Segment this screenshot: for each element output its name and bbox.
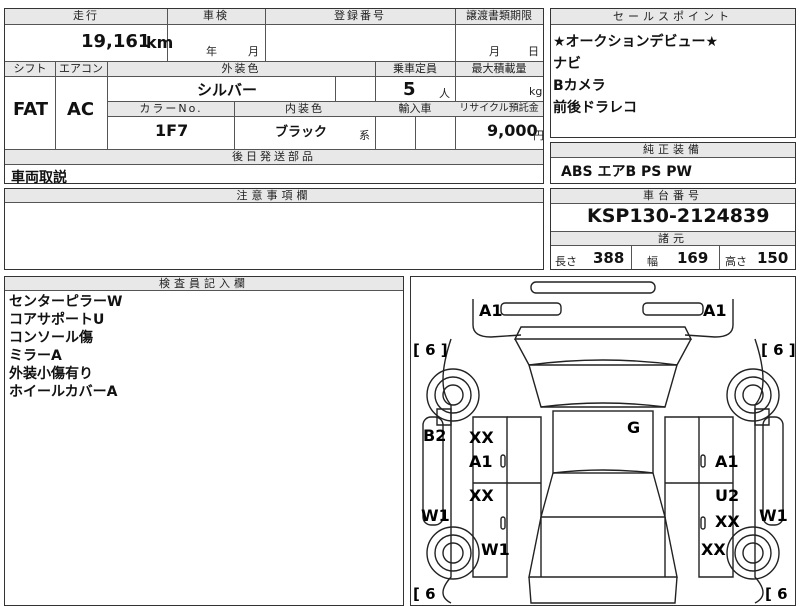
dimensions-header: 諸元 xyxy=(551,232,795,246)
color-no-header: カラーNo. xyxy=(108,102,234,117)
interior-color-value: ブラック xyxy=(275,125,328,140)
vehicle-info-block: 走行 車検 登録番号 譲渡書類期限 19,161 km 年 月 月 日 シフト … xyxy=(4,8,544,186)
sales-points-box: セールスポイント ★オークションデビュー★ ナビ Bカメラ 前後ドラレコ xyxy=(550,8,796,138)
notes-box: 注意事項欄 xyxy=(4,188,544,270)
tire-left-bottom-label: [ 6 xyxy=(413,585,436,603)
chassis-number: KSP130-2124839 xyxy=(587,205,770,227)
mark-front-door-l-1: XX xyxy=(469,428,494,447)
mark-left-sill: W1 xyxy=(421,506,450,525)
list-item: 外装小傷有り xyxy=(9,366,93,382)
list-item: ★オークションデビュー★ xyxy=(553,34,719,50)
list-item: コアサポートU xyxy=(9,312,105,328)
capacity-value: 5 xyxy=(403,79,416,100)
capacity-header: 乗車定員 xyxy=(375,62,455,77)
length-value: 388 xyxy=(593,249,625,267)
transfer-deadline-header: 譲渡書類期限 xyxy=(455,9,543,25)
list-item: Bカメラ xyxy=(553,78,606,94)
sales-points-list: ★オークションデビュー★ ナビ Bカメラ 前後ドラレコ xyxy=(553,31,718,119)
inspector-notes-list: センターピラーW コアサポートU コンソール傷 ミラーA 外装小傷有り ホイール… xyxy=(9,293,122,401)
length-label: 長さ xyxy=(555,255,577,268)
capacity-unit: 人 xyxy=(439,87,450,100)
notes-header: 注意事項欄 xyxy=(5,189,543,203)
list-item: コンソール傷 xyxy=(9,330,93,346)
tire-rear-right xyxy=(726,526,780,580)
tire-right-top-label: [ 6 ] xyxy=(761,341,795,359)
mark-front-left: A1 xyxy=(479,301,503,320)
height-value: 150 xyxy=(757,249,789,267)
mileage-unit: km xyxy=(146,33,174,52)
standard-equipment-box: 純正装備 ABS エアB PS PW xyxy=(550,142,796,184)
aircon-header: エアコン xyxy=(55,62,107,77)
chassis-header: 車台番号 xyxy=(551,189,795,204)
list-item: ミラーA xyxy=(9,348,62,364)
width-value: 169 xyxy=(677,249,709,267)
recycle-unit: 円 xyxy=(533,129,544,142)
inspection-month-unit: 月 xyxy=(248,45,259,58)
tire-rear-left xyxy=(426,526,480,580)
list-item: 前後ドラレコ xyxy=(553,100,637,116)
width-label: 幅 xyxy=(647,255,658,268)
exterior-color-value: シルバー xyxy=(197,81,258,99)
exterior-color-header: 外装色 xyxy=(107,62,375,77)
max-load-header: 最大積載量 xyxy=(455,62,543,77)
aircon-value: AC xyxy=(67,99,95,120)
list-item: センターピラーW xyxy=(9,294,123,310)
mark-roof: G xyxy=(627,418,640,437)
interior-color-suffix: 系 xyxy=(359,129,370,142)
inspector-notes-box: 検査員記入欄 センターピラーW コアサポートU コンソール傷 ミラーA 外装小傷… xyxy=(4,276,404,606)
transfer-day-unit: 日 xyxy=(528,45,539,58)
later-parts-value: 車両取説 xyxy=(11,170,67,186)
inspector-notes-header: 検査員記入欄 xyxy=(5,277,403,291)
standard-equipment-header: 純正装備 xyxy=(551,143,795,158)
tire-front-left xyxy=(426,368,480,422)
mark-right-rear-door-2: XX xyxy=(715,512,740,531)
car-diagram: [ 6 ] [ 6 ] [ 6 [ 6 A1 A1 B2 W1 XX A1 XX… xyxy=(413,281,795,604)
max-load-unit: kg xyxy=(529,85,543,98)
tire-right-bottom-label: [ 6 xyxy=(765,585,788,603)
mark-front-door-l-2: A1 xyxy=(469,452,493,471)
list-item: ホイールカバーA xyxy=(9,384,118,400)
import-header: 輸入車 xyxy=(375,102,455,117)
later-parts-header: 後日発送部品 xyxy=(5,150,543,165)
mark-right-sill: W1 xyxy=(759,506,788,525)
mileage-value: 19,161 xyxy=(81,31,151,52)
mark-left-side: B2 xyxy=(423,426,446,445)
tire-left-top-label: [ 6 ] xyxy=(413,341,448,359)
inspection-year-unit: 年 xyxy=(206,45,217,58)
color-no-value: 1F7 xyxy=(155,121,189,140)
sales-points-header: セールスポイント xyxy=(551,9,795,25)
inspection-header: 車検 xyxy=(167,9,265,25)
mark-front-right: A1 xyxy=(703,301,727,320)
height-label: 高さ xyxy=(725,255,747,268)
recycle-value: 9,000 xyxy=(487,121,538,140)
shift-header: シフト xyxy=(5,62,55,77)
mileage-header: 走行 xyxy=(5,9,167,25)
mark-right-rear-door-1: U2 xyxy=(715,486,739,505)
recycle-header: リサイクル預託金 xyxy=(455,102,543,117)
transfer-month-unit: 月 xyxy=(489,45,500,58)
chassis-box: 車台番号 KSP130-2124839 諸元 長さ 388 幅 169 高さ 1… xyxy=(550,188,796,270)
interior-color-header: 内装色 xyxy=(234,102,375,117)
mark-left-rear: W1 xyxy=(481,540,510,559)
standard-equipment-value: ABS エアB PS PW xyxy=(561,164,692,180)
tire-front-right xyxy=(726,368,780,422)
damage-diagram-box: [ 6 ] [ 6 ] [ 6 [ 6 A1 A1 B2 W1 XX A1 XX… xyxy=(410,276,796,606)
mark-right-rear: XX xyxy=(701,540,726,559)
list-item: ナビ xyxy=(553,56,581,72)
mark-right-front-door: A1 xyxy=(715,452,739,471)
registration-header: 登録番号 xyxy=(265,9,455,25)
shift-value: FAT xyxy=(13,99,49,120)
mark-rear-door-l: XX xyxy=(469,486,494,505)
